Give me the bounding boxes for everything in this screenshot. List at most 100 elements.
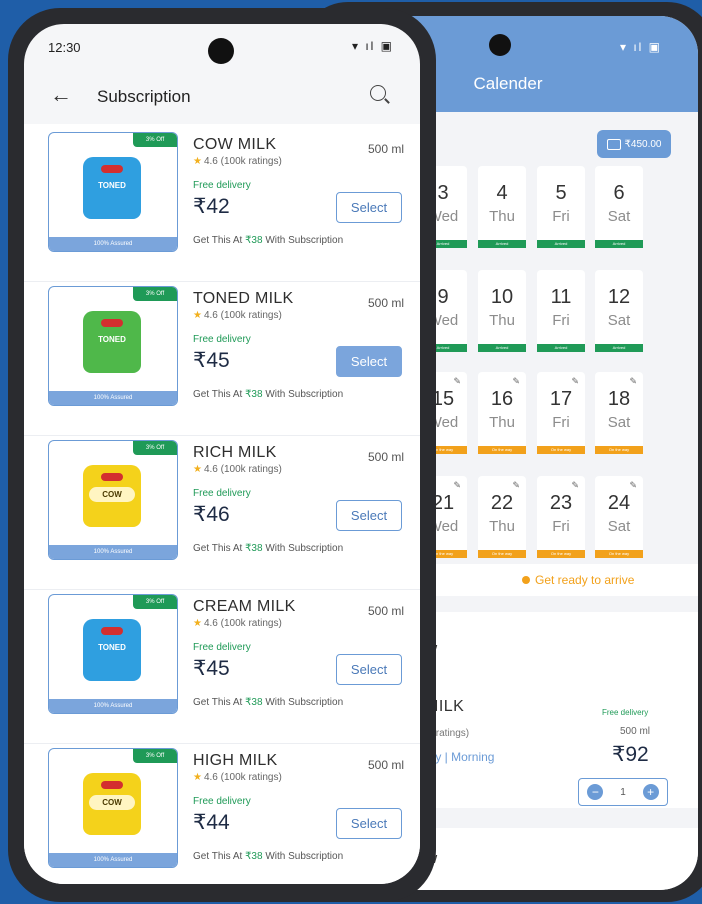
product-image-frame[interactable]: 3% Off TONED 100% Assured [48, 594, 178, 714]
calendar-day-cell[interactable]: ✎ 17 Fri On the way [537, 372, 585, 454]
calendar-day-cell[interactable]: ✎ 18 Sat On the way [595, 372, 643, 454]
calendar-day-cell[interactable]: ✎ 16 Thu On the way [478, 372, 526, 454]
delivery-status-tag: Arrived [537, 240, 585, 248]
calendar-day-cell[interactable]: 6 Sat Arrived [595, 166, 643, 248]
calendar-day-cell[interactable]: ✎ 23 Fri On the way [537, 476, 585, 558]
delivery-status-tag: On the way [595, 446, 643, 454]
select-button[interactable]: Select [336, 808, 402, 839]
pencil-icon: ✎ [571, 480, 579, 490]
product-card: 3% Off TONED 100% Assured CREAM MILK 500 ml ★… [24, 590, 420, 744]
subscription-screen: 12:30 ▾ ıl ▣ ← Subscription 3% Off TONED 1… [24, 24, 420, 884]
milk-pack-image: TONED [83, 311, 141, 373]
calendar-weekday: Fri [552, 414, 570, 431]
brand-logo [101, 319, 123, 327]
calendar-day-cell[interactable]: ✎ 24 Sat On the way [595, 476, 643, 558]
tomorrow-size: 500 ml [620, 726, 651, 737]
delivery-status-tag: On the way [478, 446, 526, 454]
delivery-status-tag: Arrived [478, 344, 526, 352]
calendar-weekday: Sat [607, 518, 631, 535]
star-icon: ★ [193, 618, 202, 629]
tomorrow-price: ₹92 [612, 743, 649, 766]
calendar-day-number: 16 [490, 388, 514, 410]
status-icons: ▾ ıl ▣ [351, 39, 394, 53]
pack-label: TONED [98, 181, 126, 190]
product-image-frame[interactable]: 3% Off COW 100% Assured [48, 440, 178, 560]
discount-badge: 3% Off [133, 441, 177, 455]
search-icon[interactable] [370, 85, 390, 105]
subscription-suffix: With Subscription [262, 697, 344, 708]
wallet-icon [606, 138, 621, 150]
calendar-day-number: 11 [550, 286, 572, 308]
subscription-suffix: With Subscription [262, 543, 344, 554]
product-rating: ★ 4.6 (100k ratings) [193, 310, 282, 321]
camera-cutout [208, 38, 234, 64]
calendar-weekday: Fri [552, 518, 570, 535]
milk-pack-image: TONED [83, 619, 141, 681]
calendar-day-cell[interactable]: 4 Thu Arrived [478, 166, 526, 248]
back-arrow-icon[interactable]: ← [50, 84, 72, 106]
free-delivery-label: Free delivery [193, 180, 251, 191]
product-card: 3% Off TONED 100% Assured COW MILK 500 ml ★ 4.… [24, 128, 420, 282]
legend-on-the-way: Get ready to arrive [522, 573, 634, 587]
free-delivery-label: Free delivery [193, 796, 251, 807]
product-rating: ★ 4.6 (100k ratings) [193, 618, 282, 629]
product-image-frame[interactable]: 3% Off TONED 100% Assured [48, 132, 178, 252]
calendar-day-cell[interactable]: 11 Fri Arrived [537, 270, 585, 352]
subscription-prefix: Get This At [193, 851, 246, 862]
delivery-status-tag: Arrived [537, 344, 585, 352]
calendar-day-number: 17 [549, 388, 573, 410]
wallet-balance-button[interactable]: ₹450.00 [597, 130, 671, 158]
pencil-icon: ✎ [453, 480, 461, 490]
assured-badge: 100% Assured [49, 391, 177, 405]
free-delivery-label: Free delivery [193, 488, 251, 499]
subscription-price-note: Get This At ₹38 With Subscription [193, 697, 343, 708]
calendar-weekday: Sat [607, 208, 631, 225]
product-price: ₹46 [193, 503, 230, 526]
legend-on-the-way-text: Get ready to arrive [535, 573, 635, 587]
delivery-status-tag: On the way [595, 550, 643, 558]
pack-label: COW [89, 487, 135, 502]
rating-text: 4.6 (100k ratings) [203, 618, 282, 629]
camera-cutout [489, 34, 511, 56]
product-price: ₹42 [193, 195, 230, 218]
milk-pack-image: COW [83, 773, 141, 835]
star-icon: ★ [193, 464, 202, 475]
status-time: 12:30 [48, 40, 81, 55]
delivery-status-tag: Arrived [595, 344, 643, 352]
brand-logo [101, 781, 123, 789]
product-rating: ★ 4.6 (100k ratings) [193, 464, 282, 475]
product-rating: ★ 4.6 (100k ratings) [193, 156, 282, 167]
minus-button[interactable]: − [587, 784, 604, 800]
subscription-price: ₹38 [245, 697, 263, 708]
product-name: TONED MILK [193, 290, 294, 307]
delivery-status-tag: Arrived [478, 240, 526, 248]
product-image-frame[interactable]: 3% Off TONED 100% Assured [48, 286, 178, 406]
subscription-suffix: With Subscription [262, 389, 344, 400]
pencil-icon: ✎ [629, 480, 637, 490]
calendar-weekday: Thu [489, 414, 515, 431]
calendar-weekday: Sat [607, 312, 631, 329]
calendar-day-cell[interactable]: 10 Thu Arrived [478, 270, 526, 352]
calendar-day-cell[interactable]: ✎ 22 Thu On the way [478, 476, 526, 558]
subscription-price-note: Get This At ₹38 With Subscription [193, 389, 343, 400]
calendar-day-cell[interactable]: 5 Fri Arrived [537, 166, 585, 248]
select-button[interactable]: Select [336, 192, 402, 223]
subscription-prefix: Get This At [193, 543, 246, 554]
calendar-day-cell[interactable]: 12 Sat Arrived [595, 270, 643, 352]
select-button[interactable]: Select [336, 346, 402, 377]
pencil-icon: ✎ [512, 376, 520, 386]
delivery-status-tag: On the way [537, 550, 585, 558]
discount-badge: 3% Off [133, 749, 177, 763]
quantity-stepper: − 1 + [578, 778, 668, 806]
product-image-frame[interactable]: 3% Off COW 100% Assured [48, 748, 178, 868]
subscription-suffix: With Subscription [262, 851, 344, 862]
plus-button[interactable]: + [642, 784, 659, 800]
calendar-day-number: 18 [607, 388, 631, 410]
brand-logo [101, 627, 123, 635]
select-button[interactable]: Select [336, 654, 402, 685]
rating-text: 4.6 (100k ratings) [203, 464, 282, 475]
star-icon: ★ [193, 310, 202, 321]
select-button[interactable]: Select [336, 500, 402, 531]
product-size: 500 ml [367, 142, 404, 156]
page-title: Subscription [97, 87, 191, 106]
